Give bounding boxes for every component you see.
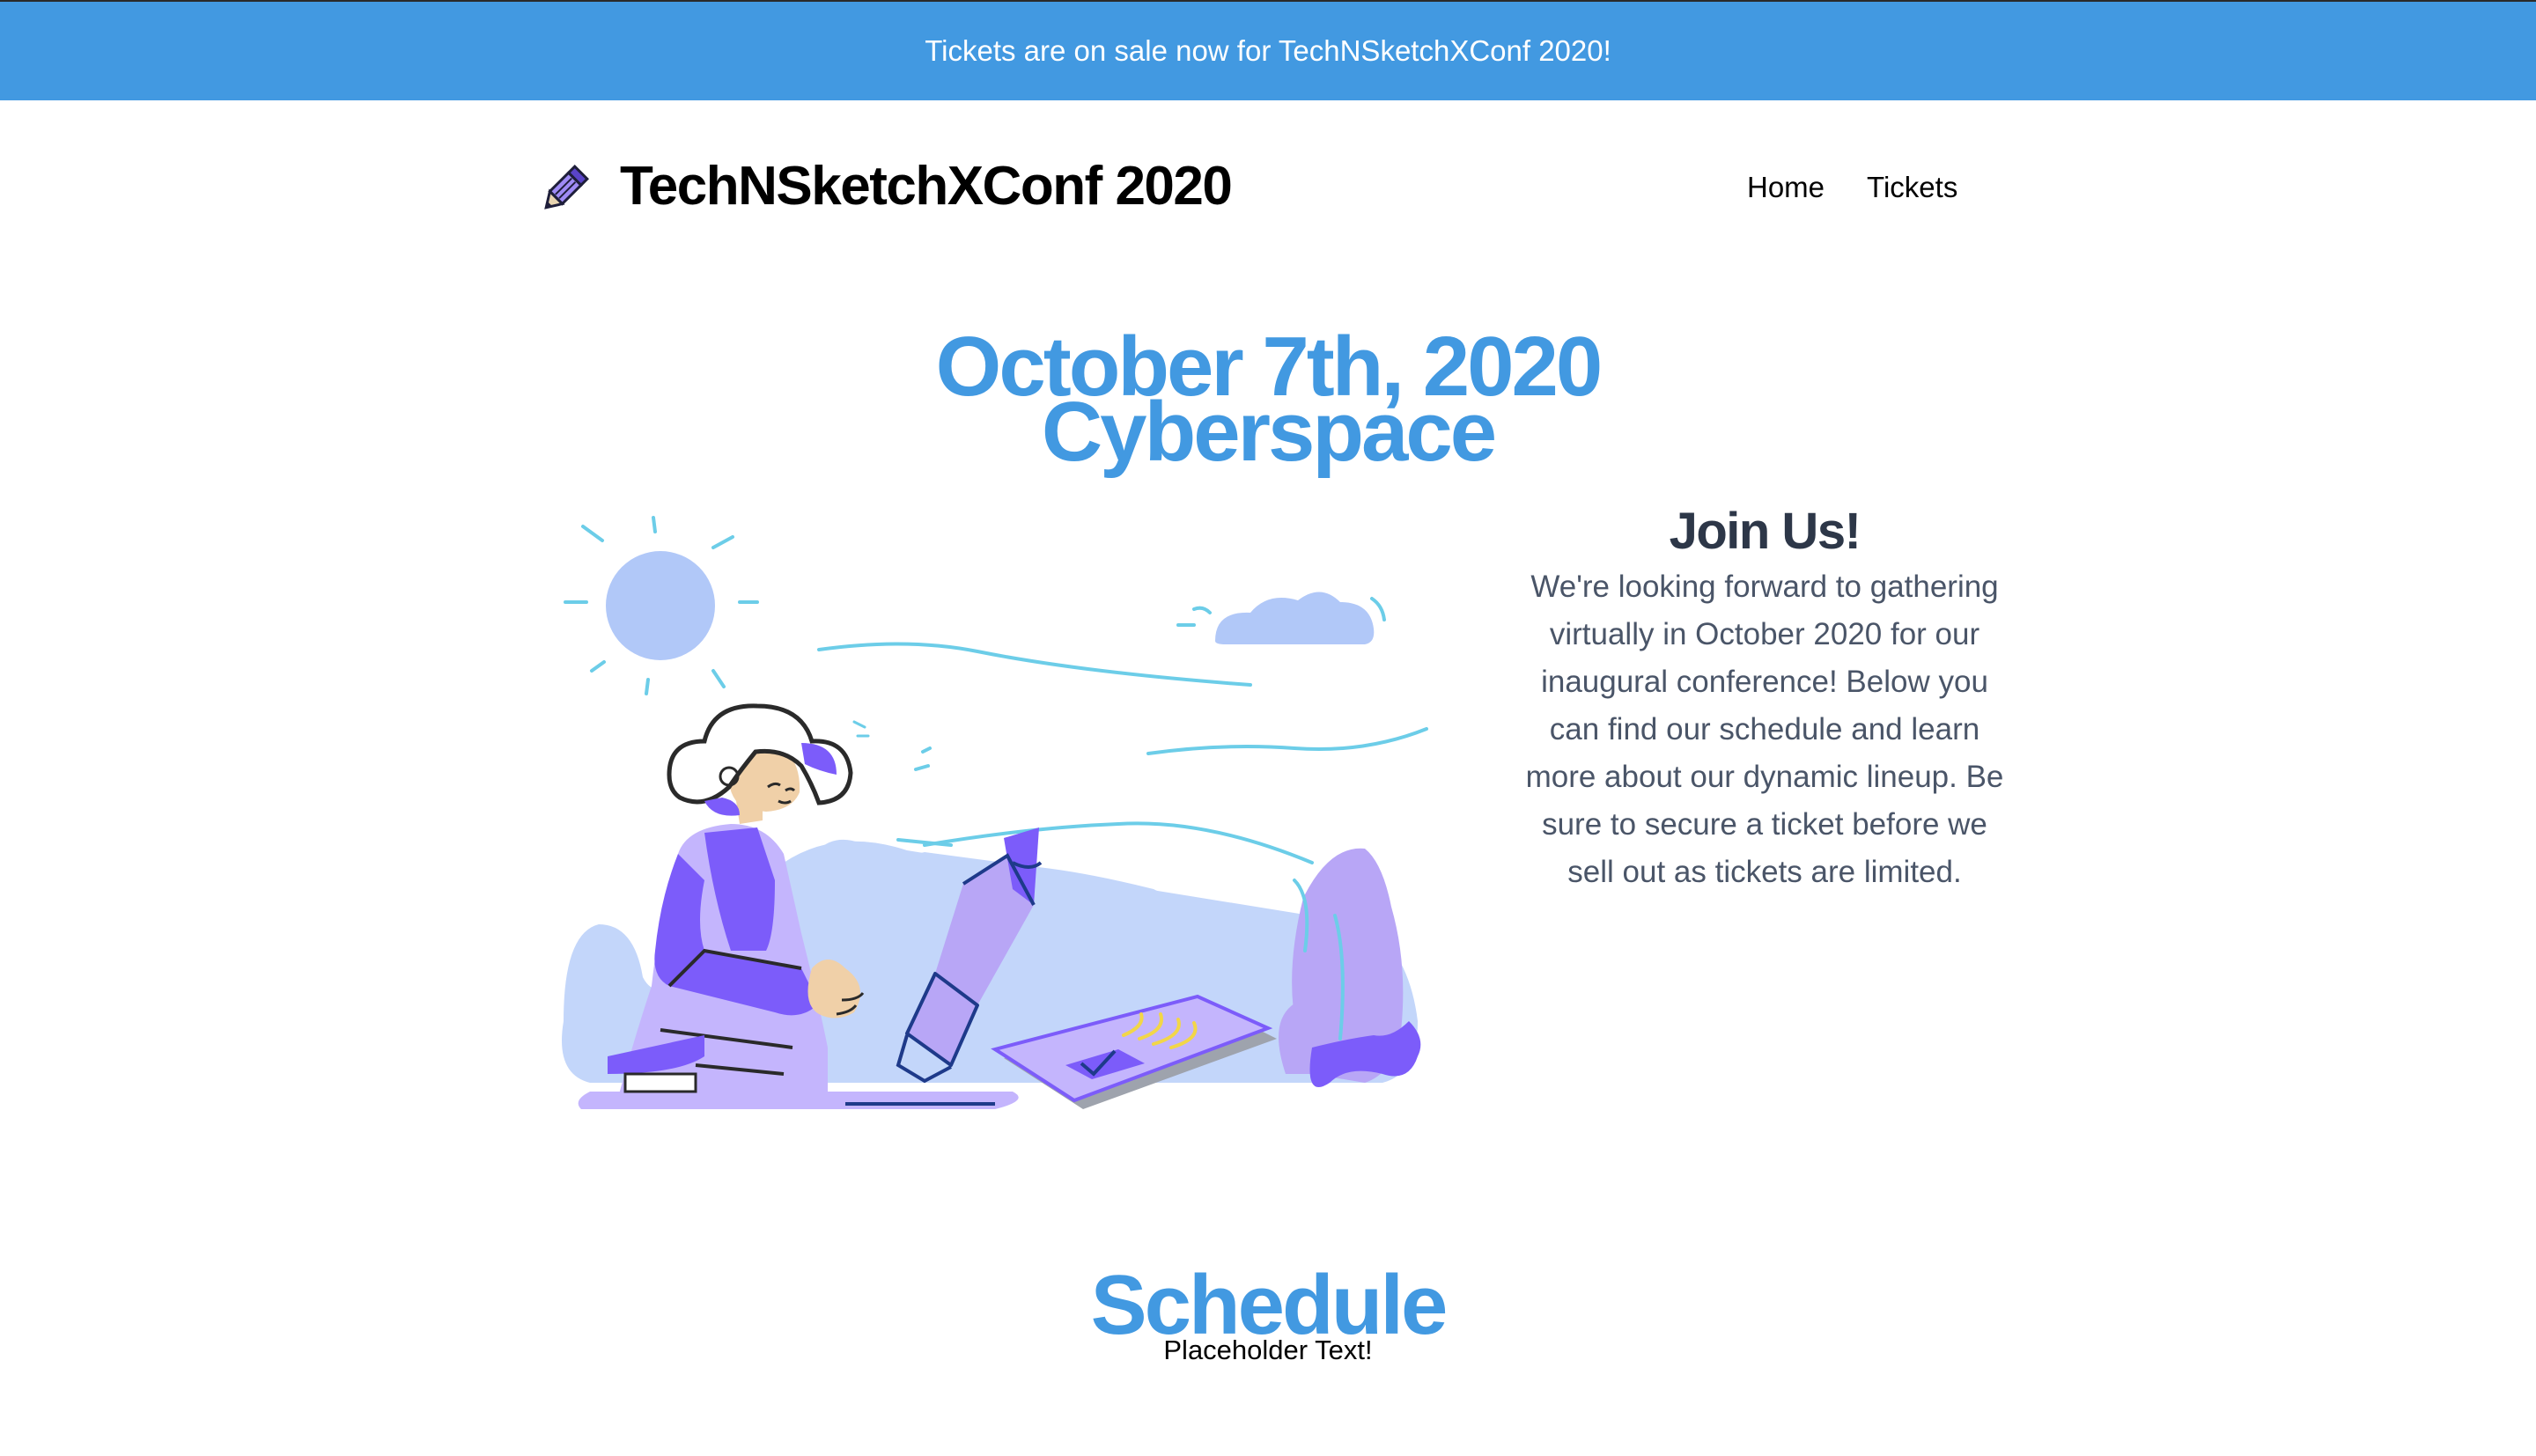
schedule-placeholder-text: Placeholder Text! [1163, 1335, 1373, 1365]
main-nav: Home Tickets [1747, 171, 1957, 204]
nav-tickets-link[interactable]: Tickets [1867, 171, 1957, 204]
announcement-text: Tickets are on sale now for TechNSketchX… [925, 34, 1611, 67]
site-title[interactable]: TechNSketchXConf 2020 [620, 155, 1233, 217]
person-drawing-with-giant-pencil-illustration [562, 516, 1428, 1109]
cloud-icon [1176, 592, 1386, 644]
event-location: Cyberspace [1041, 385, 1497, 479]
sun-icon [564, 516, 759, 695]
plant-icon [1279, 848, 1421, 1087]
join-us-heading: Join Us! [1669, 503, 1861, 560]
join-us-section: Join Us! We're looking forward to gather… [1515, 500, 2015, 896]
pencil-icon[interactable] [535, 162, 592, 218]
site-header: TechNSketchXConf 2020 Home Tickets [0, 100, 2536, 276]
join-us-description: We're looking forward to gathering virtu… [1525, 570, 2004, 889]
nav-home-link[interactable]: Home [1747, 171, 1825, 204]
announcement-banner: Tickets are on sale now for TechNSketchX… [0, 0, 2536, 100]
